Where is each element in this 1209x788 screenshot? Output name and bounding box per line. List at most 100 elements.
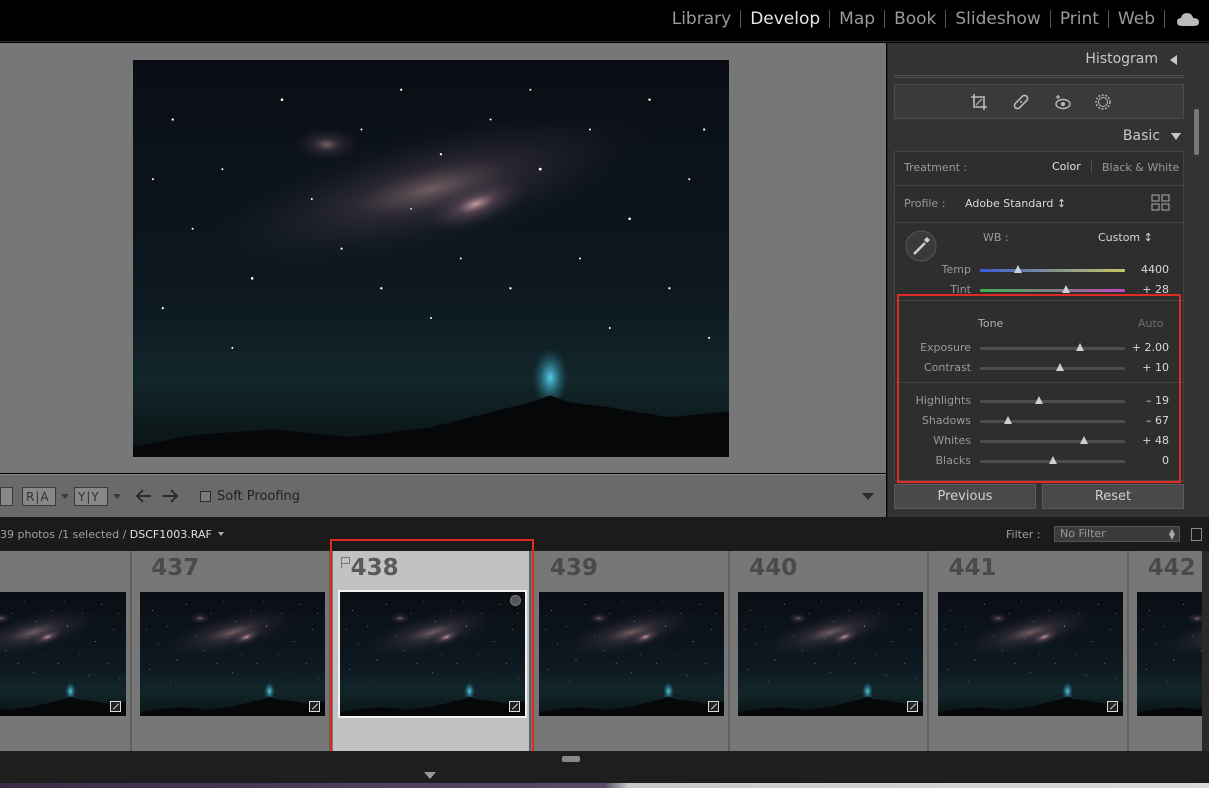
arrow-right-icon[interactable]	[161, 488, 179, 504]
develop-adjusted-badge-icon[interactable]	[110, 701, 121, 712]
main-photo[interactable]	[133, 60, 729, 457]
panel-scrollbar[interactable]	[1194, 109, 1199, 155]
filmstrip-cell[interactable]	[0, 551, 132, 751]
slider-track-highlights[interactable]	[980, 400, 1125, 403]
before-after-split-button[interactable]: Y|Y	[74, 487, 108, 506]
thumbnail-image[interactable]	[0, 592, 126, 716]
masking-icon[interactable]	[1094, 93, 1112, 111]
slider-label-contrast: Contrast	[923, 361, 971, 374]
arrow-left-icon[interactable]	[135, 488, 153, 504]
source-dropdown-icon[interactable]	[217, 532, 224, 536]
desktop-dock-edge	[0, 783, 1209, 788]
profile-select[interactable]: Adobe Standard ↕	[965, 197, 1066, 210]
previous-button[interactable]: Previous	[894, 484, 1036, 509]
module-map[interactable]: Map	[830, 8, 884, 30]
filmstrip-scrollbar[interactable]	[1202, 551, 1209, 751]
soft-proofing-checkbox[interactable]	[200, 491, 211, 502]
before-after-split-label: Y|Y	[78, 490, 100, 504]
expand-triangle-icon[interactable]	[1171, 133, 1181, 140]
tint-slider-track[interactable]	[980, 289, 1125, 292]
module-library[interactable]: Library	[663, 8, 740, 30]
split-dropdown-icon[interactable]	[113, 494, 121, 499]
slider-thumb-highlights[interactable]	[1035, 396, 1044, 404]
filmstrip-cell[interactable]: 442	[1130, 551, 1202, 751]
filmstrip-cell[interactable]: 438	[332, 551, 531, 751]
module-slideshow[interactable]: Slideshow	[946, 8, 1049, 30]
flag-icon[interactable]	[340, 557, 350, 568]
loupe-view-button[interactable]	[0, 487, 13, 506]
white-balance-eyedropper-icon[interactable]	[905, 230, 937, 262]
temp-value[interactable]: 4400	[1129, 263, 1169, 276]
develop-adjusted-badge-icon[interactable]	[508, 701, 520, 712]
basic-panel-header[interactable]: Basic	[894, 127, 1184, 149]
slider-label-exposure: Exposure	[920, 341, 971, 354]
filmstrip-cell[interactable]: 441	[931, 551, 1129, 751]
develop-adjusted-badge-icon[interactable]	[309, 701, 321, 712]
reset-button[interactable]: Reset	[1042, 484, 1184, 509]
collapse-triangle-icon[interactable]	[1170, 55, 1177, 65]
filmstrip-header: 39 photos /1 selected / DSCF1003.RAF Fil…	[0, 517, 1209, 551]
healing-brush-icon[interactable]	[1012, 93, 1030, 111]
slider-track-whites[interactable]	[980, 440, 1125, 443]
temp-slider-thumb[interactable]	[1013, 265, 1022, 273]
auto-tone-button[interactable]: Auto	[1138, 317, 1164, 330]
slider-track-shadows[interactable]	[980, 420, 1125, 423]
develop-adjusted-badge-icon[interactable]	[907, 701, 919, 712]
before-after-dropdown-icon[interactable]	[61, 494, 69, 499]
develop-adjusted-badge-icon[interactable]	[1106, 701, 1118, 712]
thumbnail-image[interactable]	[140, 592, 325, 716]
before-after-button[interactable]: R|A	[22, 487, 56, 506]
temp-slider-track[interactable]	[980, 269, 1125, 272]
slider-value-whites[interactable]: + 48	[1129, 434, 1169, 447]
thumbnail-image[interactable]	[738, 592, 923, 716]
cell-index-number: 440	[749, 555, 798, 581]
slider-label-shadows: Shadows	[921, 414, 971, 427]
thumbnail-image[interactable]	[938, 592, 1123, 716]
wb-select[interactable]: Custom ↕	[1098, 231, 1153, 244]
thumbnail-image[interactable]	[539, 592, 724, 716]
filmstrip-cell[interactable]: 437	[133, 551, 332, 751]
cell-index-number: 439	[549, 555, 598, 581]
slider-value-exposure[interactable]: + 2.00	[1129, 341, 1169, 354]
slider-track-exposure[interactable]	[980, 347, 1125, 350]
filmstrip-scroll-grip[interactable]	[562, 756, 580, 762]
thumbnail-image[interactable]	[1137, 592, 1202, 716]
slider-thumb-whites[interactable]	[1080, 436, 1089, 444]
toolbar-content-dropdown-icon[interactable]	[862, 493, 874, 500]
cloud-sync-icon[interactable]	[1176, 10, 1200, 28]
wb-label: WB :	[983, 231, 1009, 244]
module-web[interactable]: Web	[1109, 8, 1164, 30]
histogram-panel-header[interactable]: Histogram	[894, 43, 1184, 75]
thumbnail-image[interactable]	[337, 590, 527, 718]
develop-adjusted-badge-icon[interactable]	[707, 701, 719, 712]
slider-thumb-shadows[interactable]	[1003, 416, 1012, 424]
slider-track-contrast[interactable]	[980, 367, 1125, 370]
filmstrip-collapse-icon[interactable]	[424, 772, 436, 779]
loupe-view[interactable]	[0, 43, 886, 473]
crop-icon[interactable]	[970, 93, 988, 111]
slider-value-contrast[interactable]: + 10	[1129, 361, 1169, 374]
module-book[interactable]: Book	[885, 8, 945, 30]
profile-browser-grid-icon[interactable]	[1151, 194, 1171, 212]
cell-index-number: 441	[948, 555, 997, 581]
red-eye-icon[interactable]	[1054, 93, 1072, 111]
tint-slider-thumb[interactable]	[1061, 285, 1070, 293]
treatment-bw-option[interactable]: Black & White	[1102, 161, 1179, 174]
module-picker-bar: Library Develop Map Book Slideshow Print…	[0, 0, 1209, 42]
filmstrip-source-info[interactable]: 39 photos /1 selected / DSCF1003.RAF	[0, 528, 224, 541]
filter-toggle-switch[interactable]	[1191, 528, 1202, 541]
row-separator	[895, 382, 1183, 383]
slider-value-highlights[interactable]: – 19	[1129, 394, 1169, 407]
module-print[interactable]: Print	[1051, 8, 1108, 30]
filmstrip-cell[interactable]: 439	[532, 551, 730, 751]
slider-thumb-blacks[interactable]	[1048, 456, 1057, 464]
quick-collection-dot-icon[interactable]	[509, 595, 521, 606]
filter-select[interactable]: No Filter ▲ ▼	[1054, 526, 1180, 542]
slider-thumb-exposure[interactable]	[1076, 343, 1085, 351]
treatment-color-option[interactable]: Color	[1052, 160, 1081, 173]
slider-value-blacks[interactable]: 0	[1129, 454, 1169, 467]
slider-thumb-contrast[interactable]	[1055, 363, 1064, 371]
module-develop[interactable]: Develop	[741, 8, 829, 30]
filmstrip-cell[interactable]: 440	[731, 551, 930, 751]
slider-value-shadows[interactable]: – 67	[1129, 414, 1169, 427]
